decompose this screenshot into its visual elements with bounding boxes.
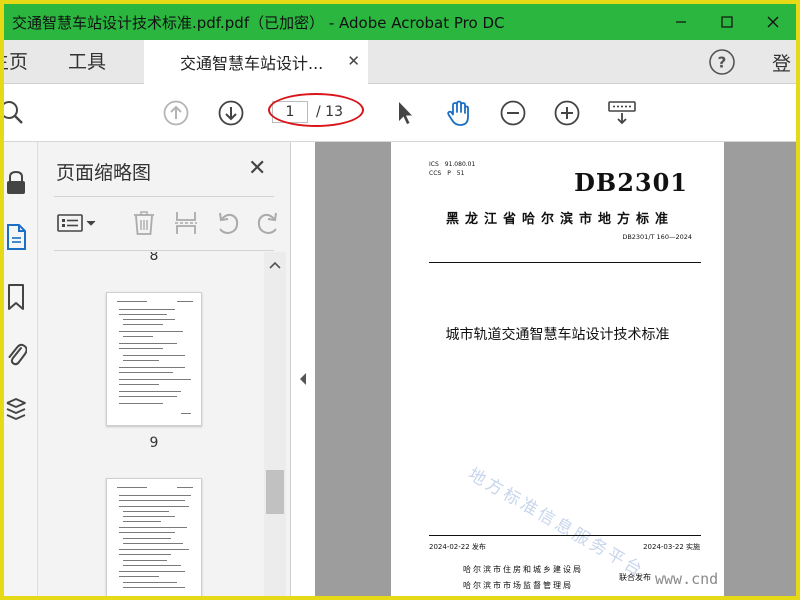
panel-divider	[54, 196, 274, 197]
minimize-icon	[676, 21, 686, 23]
publish-date: 2024-02-22 发布	[429, 543, 486, 551]
tab-home[interactable]: 主页	[4, 40, 28, 84]
collapse-arrow-icon	[300, 373, 306, 385]
zoom-out-icon	[500, 100, 526, 126]
scroll-up-icon[interactable]	[268, 260, 282, 270]
arrow-up-circle-icon	[163, 100, 189, 126]
minimize-button[interactable]	[658, 4, 704, 40]
toolbar-divider	[54, 250, 274, 251]
attachments-button[interactable]	[4, 338, 28, 368]
corner-watermark: www.cnd	[655, 570, 719, 588]
page-thumbnails-panel: 页面缩略图 ✕ 8 9	[38, 142, 291, 596]
standard-number: DB2301/T 160—2024	[622, 233, 692, 241]
next-page-button[interactable]	[216, 98, 246, 128]
document-tab-label: 交通智慧车站设计...	[180, 54, 324, 73]
pdf-page: ICS 91.080.01 CCS P 51 DB2301 黑龙江省哈尔滨市地方…	[391, 142, 724, 596]
page-thumbnail-10[interactable]	[106, 478, 202, 596]
lock-button[interactable]	[4, 168, 28, 198]
tab-document[interactable]: 交通智慧车站设计... ✕	[144, 40, 368, 84]
issuing-authority-1: 哈尔滨市住房和城乡建设局	[463, 565, 583, 574]
close-panel-icon[interactable]: ✕	[248, 156, 266, 181]
tab-tools[interactable]: 工具	[68, 40, 106, 84]
close-icon	[767, 16, 779, 28]
rotate-ccw-icon	[219, 212, 239, 235]
ccs-code: CCS P 51	[429, 170, 465, 177]
title-bar: 交通智慧车站设计技术标准.pdf.pdf（已加密） - Adobe Acroba…	[4, 4, 796, 40]
panel-collapse-handle[interactable]	[291, 142, 315, 596]
thumbnail-label-partial: 8	[149, 252, 159, 262]
rotate-cw-icon	[257, 212, 277, 235]
close-tab-icon[interactable]: ✕	[347, 52, 360, 70]
page-extract-icon	[175, 212, 197, 234]
page-thumbnails-button[interactable]	[4, 222, 28, 252]
main-toolbar: 1 / 13	[4, 84, 796, 142]
delete-page-button[interactable]	[130, 210, 158, 236]
select-tool-button[interactable]	[390, 98, 420, 128]
keyboard-download-icon	[608, 101, 636, 125]
red-annotation-circle	[268, 93, 364, 127]
tab-bar: 主页 工具 交通智慧车站设计... ✕ ? 登录	[4, 40, 796, 123]
page-display-button[interactable]	[607, 98, 637, 128]
rotate-right-button[interactable]	[254, 210, 282, 236]
bookmark-icon	[8, 284, 24, 310]
lock-icon	[7, 170, 25, 194]
issuing-authority-2: 哈尔滨市市场监督管理局	[463, 581, 573, 590]
db-code: DB2301	[574, 168, 688, 197]
trash-icon	[134, 211, 154, 235]
search-button[interactable]	[4, 98, 28, 128]
panel-title: 页面缩略图	[56, 162, 152, 184]
rotate-left-button[interactable]	[214, 210, 242, 236]
acrobat-window: 交通智慧车站设计技术标准.pdf.pdf（已加密） - Adobe Acroba…	[4, 4, 796, 596]
zoom-in-button[interactable]	[552, 98, 582, 128]
province-header: 黑龙江省哈尔滨市地方标准	[445, 212, 674, 227]
window-controls	[658, 4, 796, 40]
bookmarks-button[interactable]	[4, 282, 28, 312]
classification-codes: ICS 91.080.01 CCS P 51	[429, 160, 475, 178]
top-rule	[429, 262, 701, 263]
thumbnail-list: 8 9	[38, 252, 264, 596]
document-view[interactable]: ICS 91.080.01 CCS P 51 DB2301 黑龙江省哈尔滨市地方…	[315, 142, 796, 596]
pointer-icon	[399, 102, 412, 124]
help-icon: ?	[709, 49, 735, 75]
search-icon	[4, 101, 23, 124]
options-menu-icon	[57, 214, 96, 232]
layers-icon	[6, 398, 26, 420]
hand-icon	[447, 100, 469, 126]
maximize-button[interactable]	[704, 4, 750, 40]
close-window-button[interactable]	[750, 4, 796, 40]
arrow-down-circle-icon	[218, 100, 244, 126]
implement-date: 2024-03-22 实施	[643, 543, 700, 551]
document-title: 城市轨道交通智慧车站设计技术标准	[445, 327, 670, 343]
svg-text:?: ?	[718, 54, 727, 72]
zoom-in-icon	[554, 100, 580, 126]
maximize-icon	[721, 16, 733, 28]
paperclip-icon	[8, 343, 27, 366]
thumbnail-scrollbar[interactable]	[264, 252, 286, 596]
hand-tool-button[interactable]	[444, 98, 474, 128]
navigation-pane-strip	[4, 142, 38, 596]
window-title: 交通智慧车站设计技术标准.pdf.pdf（已加密） - Adobe Acroba…	[12, 13, 505, 32]
thumbnail-label-9: 9	[149, 435, 159, 451]
zoom-out-button[interactable]	[498, 98, 528, 128]
page-thumbnail-9[interactable]	[106, 292, 202, 426]
page-icon	[7, 224, 26, 250]
ics-code: ICS 91.080.01	[429, 161, 476, 168]
previous-page-button[interactable]	[161, 98, 191, 128]
bottom-rule	[429, 535, 701, 536]
thumbnail-options-button[interactable]	[56, 210, 100, 236]
joint-issue-label: 联合发布	[619, 573, 651, 582]
extract-page-button[interactable]	[172, 210, 200, 236]
scrollbar-thumb[interactable]	[266, 470, 284, 514]
help-button[interactable]: ?	[708, 48, 736, 80]
layers-button[interactable]	[4, 396, 28, 426]
